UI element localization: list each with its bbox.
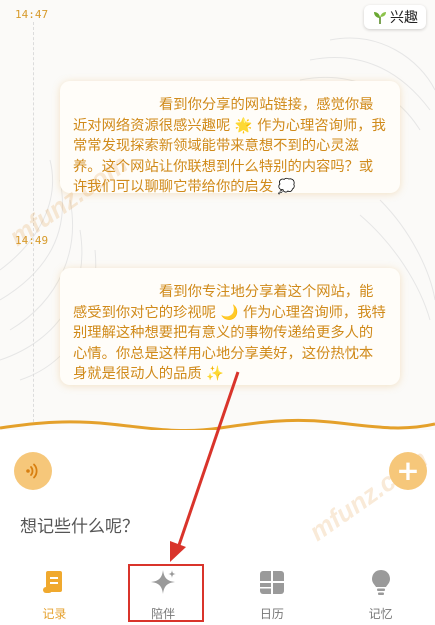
tab-memory[interactable]: 记忆	[326, 560, 435, 625]
tab-records[interactable]: 记录	[0, 560, 109, 625]
tab-label: 记忆	[368, 607, 393, 621]
message-text: 看到你分享的网站链接，感觉你最近对网络资源很感兴趣呢 🌟 作为心理咨询师，我常常…	[73, 97, 386, 195]
chat-area: 14:47 14:49 兴趣 看到你分享的网站链接，感觉你最近对网络资源很感兴趣…	[0, 0, 435, 430]
message-bubble[interactable]: 看到你分享的网站链接，感觉你最近对网络资源很感兴趣呢 🌟 作为心理咨询师，我常常…	[60, 81, 400, 195]
sprout-icon	[374, 12, 386, 24]
wave-divider	[0, 418, 435, 430]
message-text: 看到你专注地分享着这个网站，能感受到你对它的珍视呢 🌙 作为心理咨询师，我特别理…	[73, 284, 386, 382]
tab-calendar[interactable]: 日历	[218, 560, 327, 625]
message-bubble[interactable]: 看到你专注地分享着这个网站，能感受到你对它的珍视呢 🌙 作为心理咨询师，我特别理…	[60, 268, 400, 385]
lightbulb-icon	[371, 570, 390, 595]
voice-waves-icon	[26, 463, 38, 479]
bottom-tab-bar: 记录 陪伴 日历 记忆	[0, 560, 435, 625]
interest-tag-chip[interactable]: 兴趣	[364, 5, 426, 29]
add-button[interactable]: +	[389, 452, 427, 490]
tab-label: 日历	[259, 607, 284, 621]
plus-icon: +	[396, 454, 420, 487]
tab-label: 记录	[42, 607, 67, 621]
scroll-icon	[43, 571, 63, 593]
voice-input-button[interactable]	[14, 452, 52, 490]
annotation-highlight-box	[128, 564, 204, 622]
message-timestamp: 14:49	[15, 234, 49, 247]
interest-tag-label: 兴趣	[390, 10, 418, 26]
calendar-grid-icon	[259, 571, 284, 594]
timeline-line	[33, 22, 34, 422]
input-prompt[interactable]: 想记些什么呢？	[20, 512, 139, 537]
message-timestamp: 14:47	[15, 8, 49, 21]
